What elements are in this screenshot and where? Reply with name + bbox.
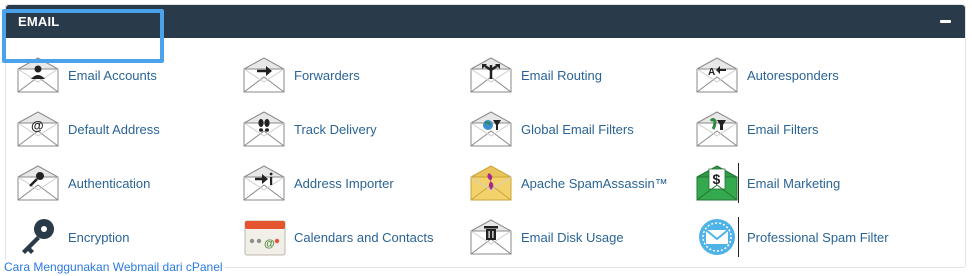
- globe-filter-envelope-icon: [469, 109, 513, 149]
- tool-email-marketing[interactable]: $ Email Marketing: [695, 156, 840, 210]
- tool-label: Autoresponders: [747, 67, 839, 83]
- key-icon: [16, 217, 60, 257]
- tool-label: Default Address: [68, 121, 160, 137]
- autoresponder-envelope-icon: A: [695, 55, 739, 95]
- tool-label: Email Filters: [747, 121, 819, 137]
- tool-calendars-and-contacts[interactable]: @ Calendars and Contacts: [242, 210, 433, 264]
- email-panel: EMAIL Email Accounts Forwarders Email Ro…: [5, 4, 966, 268]
- tool-email-filters[interactable]: Email Filters: [695, 102, 819, 156]
- tool-email-routing[interactable]: Email Routing: [469, 48, 602, 102]
- tool-autoresponders[interactable]: A Autoresponders: [695, 48, 839, 102]
- tool-email-disk-usage[interactable]: Email Disk Usage: [469, 210, 624, 264]
- footprints-envelope-icon: [242, 109, 286, 149]
- tool-forwarders[interactable]: Forwarders: [242, 48, 360, 102]
- routing-envelope-icon: [469, 55, 513, 95]
- tool-track-delivery[interactable]: Track Delivery: [242, 102, 377, 156]
- tool-label: Email Accounts: [68, 67, 157, 83]
- tool-label: Global Email Filters: [521, 121, 634, 137]
- tool-label: Authentication: [68, 175, 151, 191]
- user-envelope-icon: [16, 55, 60, 95]
- arrow-envelope-icon: [242, 55, 286, 95]
- tool-label: Email Disk Usage: [521, 229, 624, 245]
- import-envelope-icon: [242, 163, 286, 203]
- tool-default-address[interactable]: @ Default Address: [16, 102, 160, 156]
- key-envelope-icon: [16, 163, 60, 203]
- tool-authentication[interactable]: Authentication: [16, 156, 150, 210]
- tool-apache-spamassassin[interactable]: Apache SpamAssassin™: [469, 156, 668, 210]
- tool-label: Encryption: [68, 229, 130, 245]
- svg-text:@: @: [264, 238, 275, 250]
- spam-filter-icon: [695, 217, 739, 257]
- tool-label: Professional Spam Filter: [747, 229, 889, 245]
- tool-label: Address Importer: [294, 175, 394, 191]
- tool-professional-spam-filter[interactable]: Professional Spam Filter: [695, 210, 889, 264]
- dollar-envelope-icon: $: [695, 163, 739, 203]
- trash-envelope-icon: [469, 217, 513, 257]
- tool-address-importer[interactable]: Address Importer: [242, 156, 394, 210]
- tool-label: Email Routing: [521, 67, 602, 83]
- svg-text:$: $: [713, 171, 721, 187]
- tool-label: Calendars and Contacts: [294, 229, 434, 245]
- panel-header[interactable]: EMAIL: [6, 5, 965, 38]
- filter-envelope-icon: [695, 109, 739, 149]
- svg-text:@: @: [31, 118, 44, 133]
- webmail-help-link[interactable]: Cara Menggunakan Webmail dari cPanel: [4, 260, 225, 274]
- tool-email-accounts[interactable]: Email Accounts: [16, 48, 157, 102]
- at-envelope-icon: @: [16, 109, 60, 149]
- tool-label: Track Delivery: [294, 121, 377, 137]
- tool-encryption[interactable]: Encryption: [16, 210, 129, 264]
- panel-title: EMAIL: [18, 14, 60, 29]
- tool-global-email-filters[interactable]: Global Email Filters: [469, 102, 634, 156]
- tool-label: Email Marketing: [747, 175, 841, 191]
- tool-label: Forwarders: [294, 67, 360, 83]
- spamassassin-envelope-icon: [469, 163, 513, 203]
- minus-icon[interactable]: [940, 20, 951, 23]
- calendar-icon: @: [242, 217, 286, 257]
- svg-text:A: A: [708, 67, 715, 78]
- tool-label: Apache SpamAssassin™: [521, 175, 668, 191]
